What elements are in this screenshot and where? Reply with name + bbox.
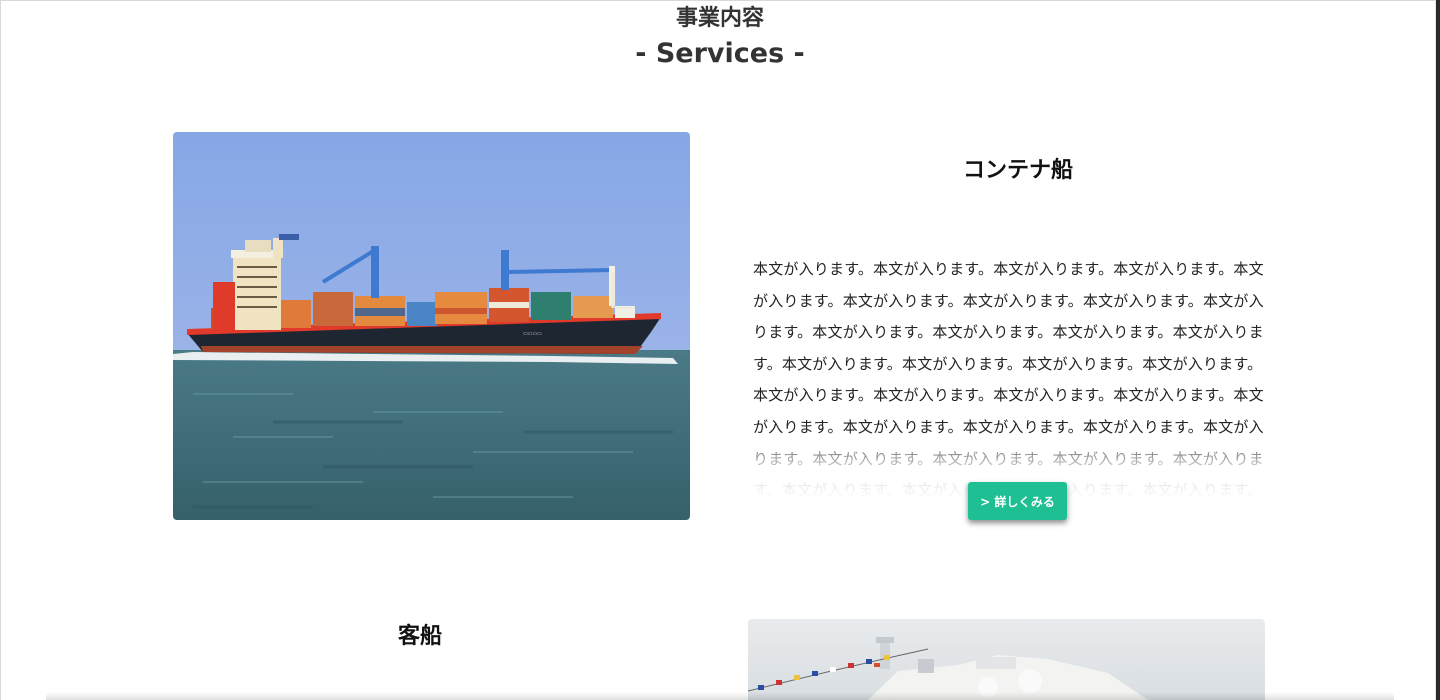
container-ship-photo: ▭▭▭▭ xyxy=(173,132,690,520)
bottom-shadow xyxy=(46,692,1394,700)
services-heading: 事業内容 - Services - xyxy=(0,4,1440,74)
section-title-en: - Services - xyxy=(635,38,805,69)
passenger-ship-photo xyxy=(748,619,1265,700)
service-title-passenger-ship: 客船 xyxy=(397,624,442,649)
section-title-ja: 事業内容 xyxy=(675,6,764,31)
svg-text:▭▭▭▭: ▭▭▭▭ xyxy=(523,331,542,337)
window-right-border[interactable] xyxy=(1436,0,1440,700)
window-left-border xyxy=(0,0,1,700)
window-top-border xyxy=(0,0,1440,1)
read-more-button[interactable]: > 詳しくみる xyxy=(968,482,1067,520)
service-title-container-ship: コンテナ船 xyxy=(962,158,1073,183)
